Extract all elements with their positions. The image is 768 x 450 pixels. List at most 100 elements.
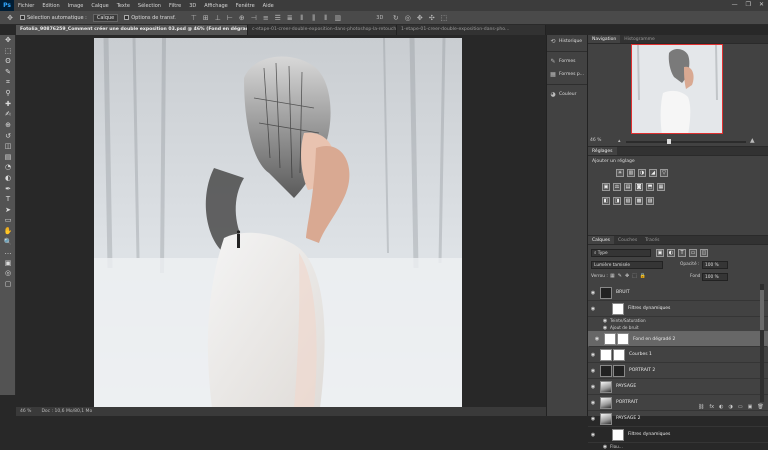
adjustment-row2-4-icon[interactable]: ⬒ bbox=[646, 183, 654, 191]
dodge-icon[interactable]: ◐ bbox=[0, 173, 16, 184]
align-bottom-icon[interactable]: ⊥ bbox=[214, 14, 222, 22]
hand-icon[interactable]: ✋ bbox=[0, 226, 16, 237]
type-icon[interactable]: T bbox=[0, 194, 16, 205]
move-icon[interactable]: ✥ bbox=[0, 35, 16, 46]
strip-item-0[interactable]: ⟲ Historique bbox=[547, 35, 587, 48]
eyedropper-icon[interactable]: ⚲ bbox=[0, 88, 16, 99]
tab-layers[interactable]: Calques bbox=[588, 236, 614, 244]
zoom-in-icon[interactable]: ▲ bbox=[750, 137, 755, 144]
history-brush-icon[interactable]: ↺ bbox=[0, 130, 16, 141]
layer-mask-thumbnail[interactable] bbox=[617, 333, 629, 345]
auto-align-icon[interactable]: ▥ bbox=[334, 14, 342, 22]
blend-mode-dropdown[interactable]: Lumière tamisée bbox=[591, 261, 663, 269]
3d-roll-icon[interactable]: ◎ bbox=[404, 14, 412, 22]
distribute-right-icon[interactable]: ⦀ bbox=[322, 14, 330, 22]
adjustment-row3-3-icon[interactable]: ▩ bbox=[635, 197, 643, 205]
blur-icon[interactable]: ◔ bbox=[0, 162, 16, 173]
gradient-icon[interactable]: ▤ bbox=[0, 152, 16, 163]
visibility-eye-icon[interactable]: ◉ bbox=[588, 432, 598, 438]
new-adjustment-icon[interactable]: ◑ bbox=[728, 404, 732, 410]
effect-visibility-icon[interactable]: ◉ bbox=[600, 444, 610, 450]
adjustment-row2-2-icon[interactable]: ▤ bbox=[624, 183, 632, 191]
layer-effect-11[interactable]: ◉ Flou... bbox=[588, 443, 768, 450]
layer-name[interactable]: PAYSAGE 2 bbox=[616, 416, 640, 421]
auto-select-option[interactable]: Sélection automatique : bbox=[20, 15, 87, 21]
layer-row-1[interactable]: ◉ Filtres dynamiques bbox=[588, 301, 768, 317]
3d-scale-icon[interactable]: ⬚ bbox=[440, 14, 448, 22]
visibility-eye-icon[interactable]: ◉ bbox=[588, 368, 598, 374]
brush-icon[interactable]: ✍ bbox=[0, 109, 16, 120]
layer-row-4[interactable]: ◉ Fond en dégradé 2 bbox=[588, 331, 768, 347]
3d-drag-icon[interactable]: ✥ bbox=[416, 14, 424, 22]
link-layers-icon[interactable]: ⛓ bbox=[698, 404, 704, 410]
distribute-middle-icon[interactable]: ☰ bbox=[274, 14, 282, 22]
strip-item-2[interactable]: ▦ Formes p... bbox=[547, 68, 587, 81]
layer-row-7[interactable]: ◉ PAYSAGE bbox=[588, 379, 768, 395]
transform-checkbox[interactable] bbox=[124, 15, 130, 20]
healing-icon[interactable]: ✚ bbox=[0, 99, 16, 110]
3d-rotate-icon[interactable]: ↻ bbox=[392, 14, 400, 22]
layer-row-6[interactable]: ◉ PORTRAIT 2 bbox=[588, 363, 768, 379]
adjustment-row3-0-icon[interactable]: ◧ bbox=[602, 197, 610, 205]
zoom-out-icon[interactable]: ▴ bbox=[618, 138, 621, 144]
layer-name[interactable]: PORTRAIT 2 bbox=[629, 368, 655, 373]
lock-artboard-icon[interactable]: ⬚ bbox=[632, 273, 637, 279]
transform-option[interactable]: Options de transf. bbox=[124, 15, 176, 21]
adjustment-row2-3-icon[interactable]: ◙ bbox=[635, 183, 643, 191]
adjustment-row2-0-icon[interactable]: ▣ bbox=[602, 183, 610, 191]
layer-name[interactable]: BRUIT bbox=[616, 290, 630, 295]
layers-scrollbar[interactable] bbox=[760, 284, 764, 402]
adjustment-row1-2-icon[interactable]: ◑ bbox=[638, 169, 646, 177]
lock-move-icon[interactable]: ✥ bbox=[625, 273, 629, 279]
adjustment-row2-5-icon[interactable]: ▦ bbox=[657, 183, 665, 191]
opacity-field[interactable]: 100 % bbox=[702, 261, 728, 269]
menu-item-5[interactable]: Sélection bbox=[134, 3, 165, 9]
lasso-icon[interactable]: ʘ bbox=[0, 56, 16, 67]
pixel-filter-icon[interactable]: ▣ bbox=[656, 249, 664, 257]
pen-icon[interactable]: ✒ bbox=[0, 183, 16, 194]
stamp-icon[interactable]: ⊕ bbox=[0, 120, 16, 131]
distribute-bottom-icon[interactable]: ≣ bbox=[286, 14, 294, 22]
document-tab-1[interactable]: c-etape-01-creer-double-exposition-dans-… bbox=[248, 25, 397, 35]
align-top-icon[interactable]: ⊤ bbox=[190, 14, 198, 22]
lock-all-icon[interactable]: 🔒 bbox=[640, 273, 646, 279]
visibility-eye-icon[interactable]: ◉ bbox=[588, 384, 598, 390]
adjustment-row1-1-icon[interactable]: ▥ bbox=[627, 169, 635, 177]
crop-icon[interactable]: ⌗ bbox=[0, 77, 16, 88]
adjustment-row3-4-icon[interactable]: ▨ bbox=[646, 197, 654, 205]
layer-mask-thumbnail[interactable] bbox=[613, 364, 625, 377]
adjustment-row3-1-icon[interactable]: ◨ bbox=[613, 197, 621, 205]
adjustment-row3-2-icon[interactable]: ▧ bbox=[624, 197, 632, 205]
layer-name[interactable]: Courbes 1 bbox=[629, 352, 652, 357]
type-filter-icon[interactable]: T bbox=[678, 249, 686, 257]
fill-field[interactable]: 100 % bbox=[702, 273, 728, 281]
layer-mask-thumbnail[interactable] bbox=[613, 348, 625, 361]
auto-select-checkbox[interactable] bbox=[20, 15, 25, 20]
menu-item-1[interactable]: Edition bbox=[38, 3, 63, 9]
shape-filter-icon[interactable]: ▭ bbox=[689, 249, 697, 257]
layer-name[interactable]: PORTRAIT bbox=[616, 400, 638, 405]
menu-item-6[interactable]: Filtre bbox=[165, 3, 185, 9]
layer-effect-2[interactable]: ◉ Teinte/Saturation bbox=[588, 317, 768, 324]
menu-item-2[interactable]: Image bbox=[64, 3, 88, 9]
eraser-icon[interactable]: ◫ bbox=[0, 141, 16, 152]
rectangle-icon[interactable]: ▭ bbox=[0, 215, 16, 226]
zoom-icon[interactable]: 🔍 bbox=[0, 236, 16, 247]
menu-item-3[interactable]: Calque bbox=[87, 3, 112, 9]
menu-item-10[interactable]: Aide bbox=[259, 3, 278, 9]
adjustment-row1-0-icon[interactable]: ☀ bbox=[616, 169, 624, 177]
menu-item-4[interactable]: Texte bbox=[113, 3, 134, 9]
distribute-left-icon[interactable]: ⫴ bbox=[298, 14, 306, 22]
navigator-zoom-slider[interactable] bbox=[626, 139, 746, 144]
tab-navigator[interactable]: Navigation bbox=[588, 35, 621, 43]
layer-name[interactable]: Filtres dynamiques bbox=[628, 432, 670, 437]
smart-filter-icon[interactable]: ◫ bbox=[700, 249, 708, 257]
trash-icon[interactable]: 🗑 bbox=[757, 404, 763, 410]
visibility-eye-icon[interactable]: ◉ bbox=[592, 336, 602, 343]
lock-paint-icon[interactable]: ✎ bbox=[618, 273, 622, 279]
screenmode-icon[interactable]: ▢ bbox=[0, 279, 16, 290]
fx-icon[interactable]: fx bbox=[709, 404, 714, 410]
adjustment-filter-icon[interactable]: ◐ bbox=[667, 249, 675, 257]
adjustment-row2-1-icon[interactable]: ⚖ bbox=[613, 183, 621, 191]
add-mask-icon[interactable]: ◐ bbox=[719, 404, 723, 410]
